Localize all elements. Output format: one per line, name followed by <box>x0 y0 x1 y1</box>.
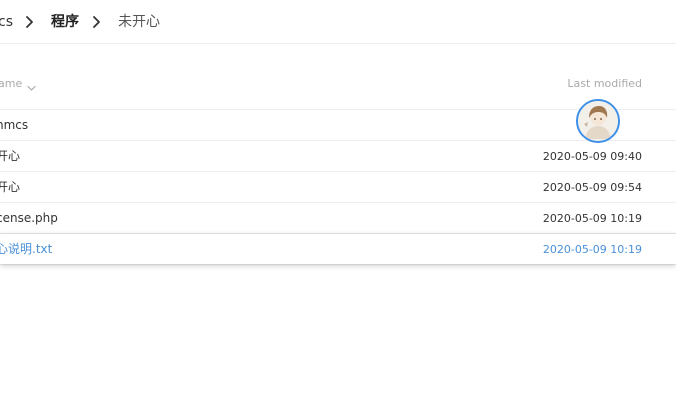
breadcrumb-bar: cs 程序 未开心 <box>0 0 676 44</box>
file-name[interactable]: 心说明.txt <box>0 242 52 257</box>
file-name[interactable]: nmcs <box>0 118 28 133</box>
file-name[interactable]: cense.php <box>0 211 58 226</box>
chevron-right-icon <box>91 13 103 31</box>
breadcrumb-item-current: 未开心 <box>118 14 160 30</box>
breadcrumb-item-program[interactable]: 程序 <box>51 13 79 31</box>
file-modified: 2020-05-09 10:19 <box>542 243 642 256</box>
table-row[interactable]: cense.php 2020-05-09 10:19 <box>0 202 676 233</box>
file-modified: 2020-05-09 09:40 <box>542 150 642 163</box>
table-row[interactable]: 开心 2020-05-09 09:40 <box>0 140 676 171</box>
avatar[interactable] <box>576 99 620 143</box>
chevron-down-icon[interactable] <box>27 78 36 97</box>
column-header-modified[interactable]: Last modified <box>567 76 642 92</box>
table-row-selected[interactable]: 心说明.txt 2020-05-09 10:19 <box>0 233 676 264</box>
column-header-name[interactable]: ame <box>0 76 22 92</box>
file-list: nmcs 开心 2020-05-09 09:40 开心 2020-05-09 0… <box>0 109 676 265</box>
table-row[interactable]: 开心 2020-05-09 09:54 <box>0 171 676 202</box>
breadcrumb-item-root[interactable]: cs <box>0 13 13 31</box>
file-table-header: ame Last modified <box>0 74 676 94</box>
file-modified: 2020-05-09 09:54 <box>542 181 642 194</box>
table-row[interactable]: nmcs <box>0 109 676 140</box>
divider <box>0 264 676 265</box>
file-modified: 2020-05-09 10:19 <box>542 212 642 225</box>
file-name[interactable]: 开心 <box>0 180 20 195</box>
file-name[interactable]: 开心 <box>0 149 20 164</box>
user-avatar-icon <box>578 101 618 141</box>
chevron-right-icon <box>24 13 36 31</box>
